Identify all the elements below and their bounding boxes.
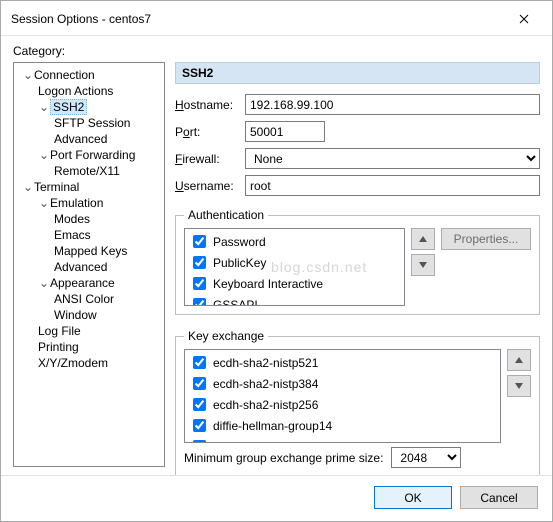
- checkbox[interactable]: [193, 235, 206, 248]
- chevron-down-icon: ⌄: [22, 180, 34, 194]
- tree-window[interactable]: Window: [16, 307, 162, 323]
- checkbox[interactable]: [193, 277, 206, 290]
- tree-advanced2[interactable]: Advanced: [16, 259, 162, 275]
- checkbox[interactable]: [193, 398, 206, 411]
- tree-emacs[interactable]: Emacs: [16, 227, 162, 243]
- auth-move-up-button[interactable]: [411, 228, 435, 250]
- chevron-down-icon: ⌄: [38, 276, 50, 290]
- triangle-up-icon: [419, 236, 427, 242]
- close-button[interactable]: [504, 7, 544, 31]
- list-item-label: diffie-hellman-group14: [213, 419, 332, 433]
- panel-title: SSH2: [175, 62, 540, 84]
- list-item-label: diffie-hellman-group-exchange-sha256: [213, 440, 418, 444]
- list-item-label: ecdh-sha2-nistp521: [213, 356, 318, 370]
- tree-mapped-keys[interactable]: Mapped Keys: [16, 243, 162, 259]
- min-group-select[interactable]: 2048: [391, 447, 461, 468]
- properties-button[interactable]: Properties...: [441, 228, 531, 250]
- tree-printing[interactable]: Printing: [16, 339, 162, 355]
- checkbox[interactable]: [193, 377, 206, 390]
- kex-move-up-button[interactable]: [507, 349, 531, 371]
- hostname-input[interactable]: [245, 94, 540, 115]
- port-label: Port:: [175, 125, 237, 139]
- window-title: Session Options - centos7: [11, 12, 151, 26]
- tree-terminal[interactable]: ⌄Terminal: [16, 179, 162, 195]
- category-tree[interactable]: ⌄Connection Logon Actions ⌄SSH2 SFTP Ses…: [13, 62, 165, 467]
- auth-move-down-button[interactable]: [411, 254, 435, 276]
- list-item[interactable]: diffie-hellman-group-exchange-sha256: [189, 436, 496, 443]
- checkbox[interactable]: [193, 419, 206, 432]
- tree-ansi-color[interactable]: ANSI Color: [16, 291, 162, 307]
- tree-modes[interactable]: Modes: [16, 211, 162, 227]
- cancel-button[interactable]: Cancel: [460, 486, 538, 509]
- tree-emulation[interactable]: ⌄Emulation: [16, 195, 162, 211]
- triangle-up-icon: [515, 357, 523, 363]
- checkbox[interactable]: [193, 298, 206, 306]
- triangle-down-icon: [515, 383, 523, 389]
- port-input[interactable]: [245, 121, 325, 142]
- key-exchange-legend: Key exchange: [184, 329, 268, 343]
- checkbox[interactable]: [193, 356, 206, 369]
- tree-sftp-session[interactable]: SFTP Session: [16, 115, 162, 131]
- ok-button[interactable]: OK: [374, 486, 452, 509]
- username-label: Username:: [175, 179, 237, 193]
- list-item[interactable]: GSSAPI: [189, 294, 400, 306]
- titlebar: Session Options - centos7: [1, 1, 552, 36]
- tree-remote-x11[interactable]: Remote/X11: [16, 163, 162, 179]
- list-item[interactable]: ecdh-sha2-nistp521: [189, 352, 496, 373]
- settings-panel: SSH2 Hostname: Port: Firewall: None User…: [175, 62, 540, 467]
- list-item-label: ecdh-sha2-nistp384: [213, 377, 318, 391]
- authentication-group: Authentication Password PublicKey Keyboard…: [175, 208, 540, 315]
- kex-move-down-button[interactable]: [507, 375, 531, 397]
- checkbox[interactable]: [193, 440, 206, 443]
- close-icon: [519, 14, 529, 24]
- chevron-down-icon: ⌄: [38, 100, 50, 114]
- list-item[interactable]: Password: [189, 231, 400, 252]
- triangle-down-icon: [419, 262, 427, 268]
- tree-port-forwarding[interactable]: ⌄Port Forwarding: [16, 147, 162, 163]
- username-input[interactable]: [245, 175, 540, 196]
- key-exchange-group: Key exchange ecdh-sha2-nistp521ecdh-sha2…: [175, 329, 540, 475]
- firewall-label: Firewall:: [175, 152, 237, 166]
- list-item-label: ecdh-sha2-nistp256: [213, 398, 318, 412]
- authentication-list[interactable]: Password PublicKey Keyboard Interactive GSS…: [184, 228, 405, 306]
- key-exchange-list[interactable]: ecdh-sha2-nistp521 ecdh-sha2-nistp384 ecdh…: [184, 349, 501, 443]
- tree-appearance[interactable]: ⌄Appearance: [16, 275, 162, 291]
- list-item-label: Keyboard Interactive: [213, 277, 323, 291]
- category-label: Category:: [13, 44, 65, 58]
- chevron-down-icon: ⌄: [22, 68, 34, 82]
- authentication-legend: Authentication: [184, 208, 268, 222]
- list-item-label: GSSAPI: [213, 298, 258, 307]
- dialog-footer: OK Cancel: [1, 475, 552, 521]
- tree-log-file[interactable]: Log File: [16, 323, 162, 339]
- hostname-label: Hostname:: [175, 98, 237, 112]
- list-item-label: PublicKey: [213, 256, 266, 270]
- tree-connection[interactable]: ⌄Connection: [16, 67, 162, 83]
- chevron-down-icon: ⌄: [38, 196, 50, 210]
- firewall-select[interactable]: None: [245, 148, 540, 169]
- chevron-down-icon: ⌄: [38, 148, 50, 162]
- checkbox[interactable]: [193, 256, 206, 269]
- session-options-dialog: Session Options - centos7 Category: ⌄Con…: [0, 0, 553, 522]
- tree-ssh2[interactable]: ⌄SSH2: [16, 99, 162, 115]
- tree-advanced[interactable]: Advanced: [16, 131, 162, 147]
- list-item-label: Password: [213, 235, 266, 249]
- list-item[interactable]: ecdh-sha2-nistp384: [189, 373, 496, 394]
- tree-xyzmodem[interactable]: X/Y/Zmodem: [16, 355, 162, 371]
- min-group-label: Minimum group exchange prime size:: [184, 451, 383, 465]
- tree-logon-actions[interactable]: Logon Actions: [16, 83, 162, 99]
- list-item[interactable]: ecdh-sha2-nistp256: [189, 394, 496, 415]
- list-item[interactable]: PublicKey: [189, 252, 400, 273]
- list-item[interactable]: Keyboard Interactive: [189, 273, 400, 294]
- list-item[interactable]: diffie-hellman-group14: [189, 415, 496, 436]
